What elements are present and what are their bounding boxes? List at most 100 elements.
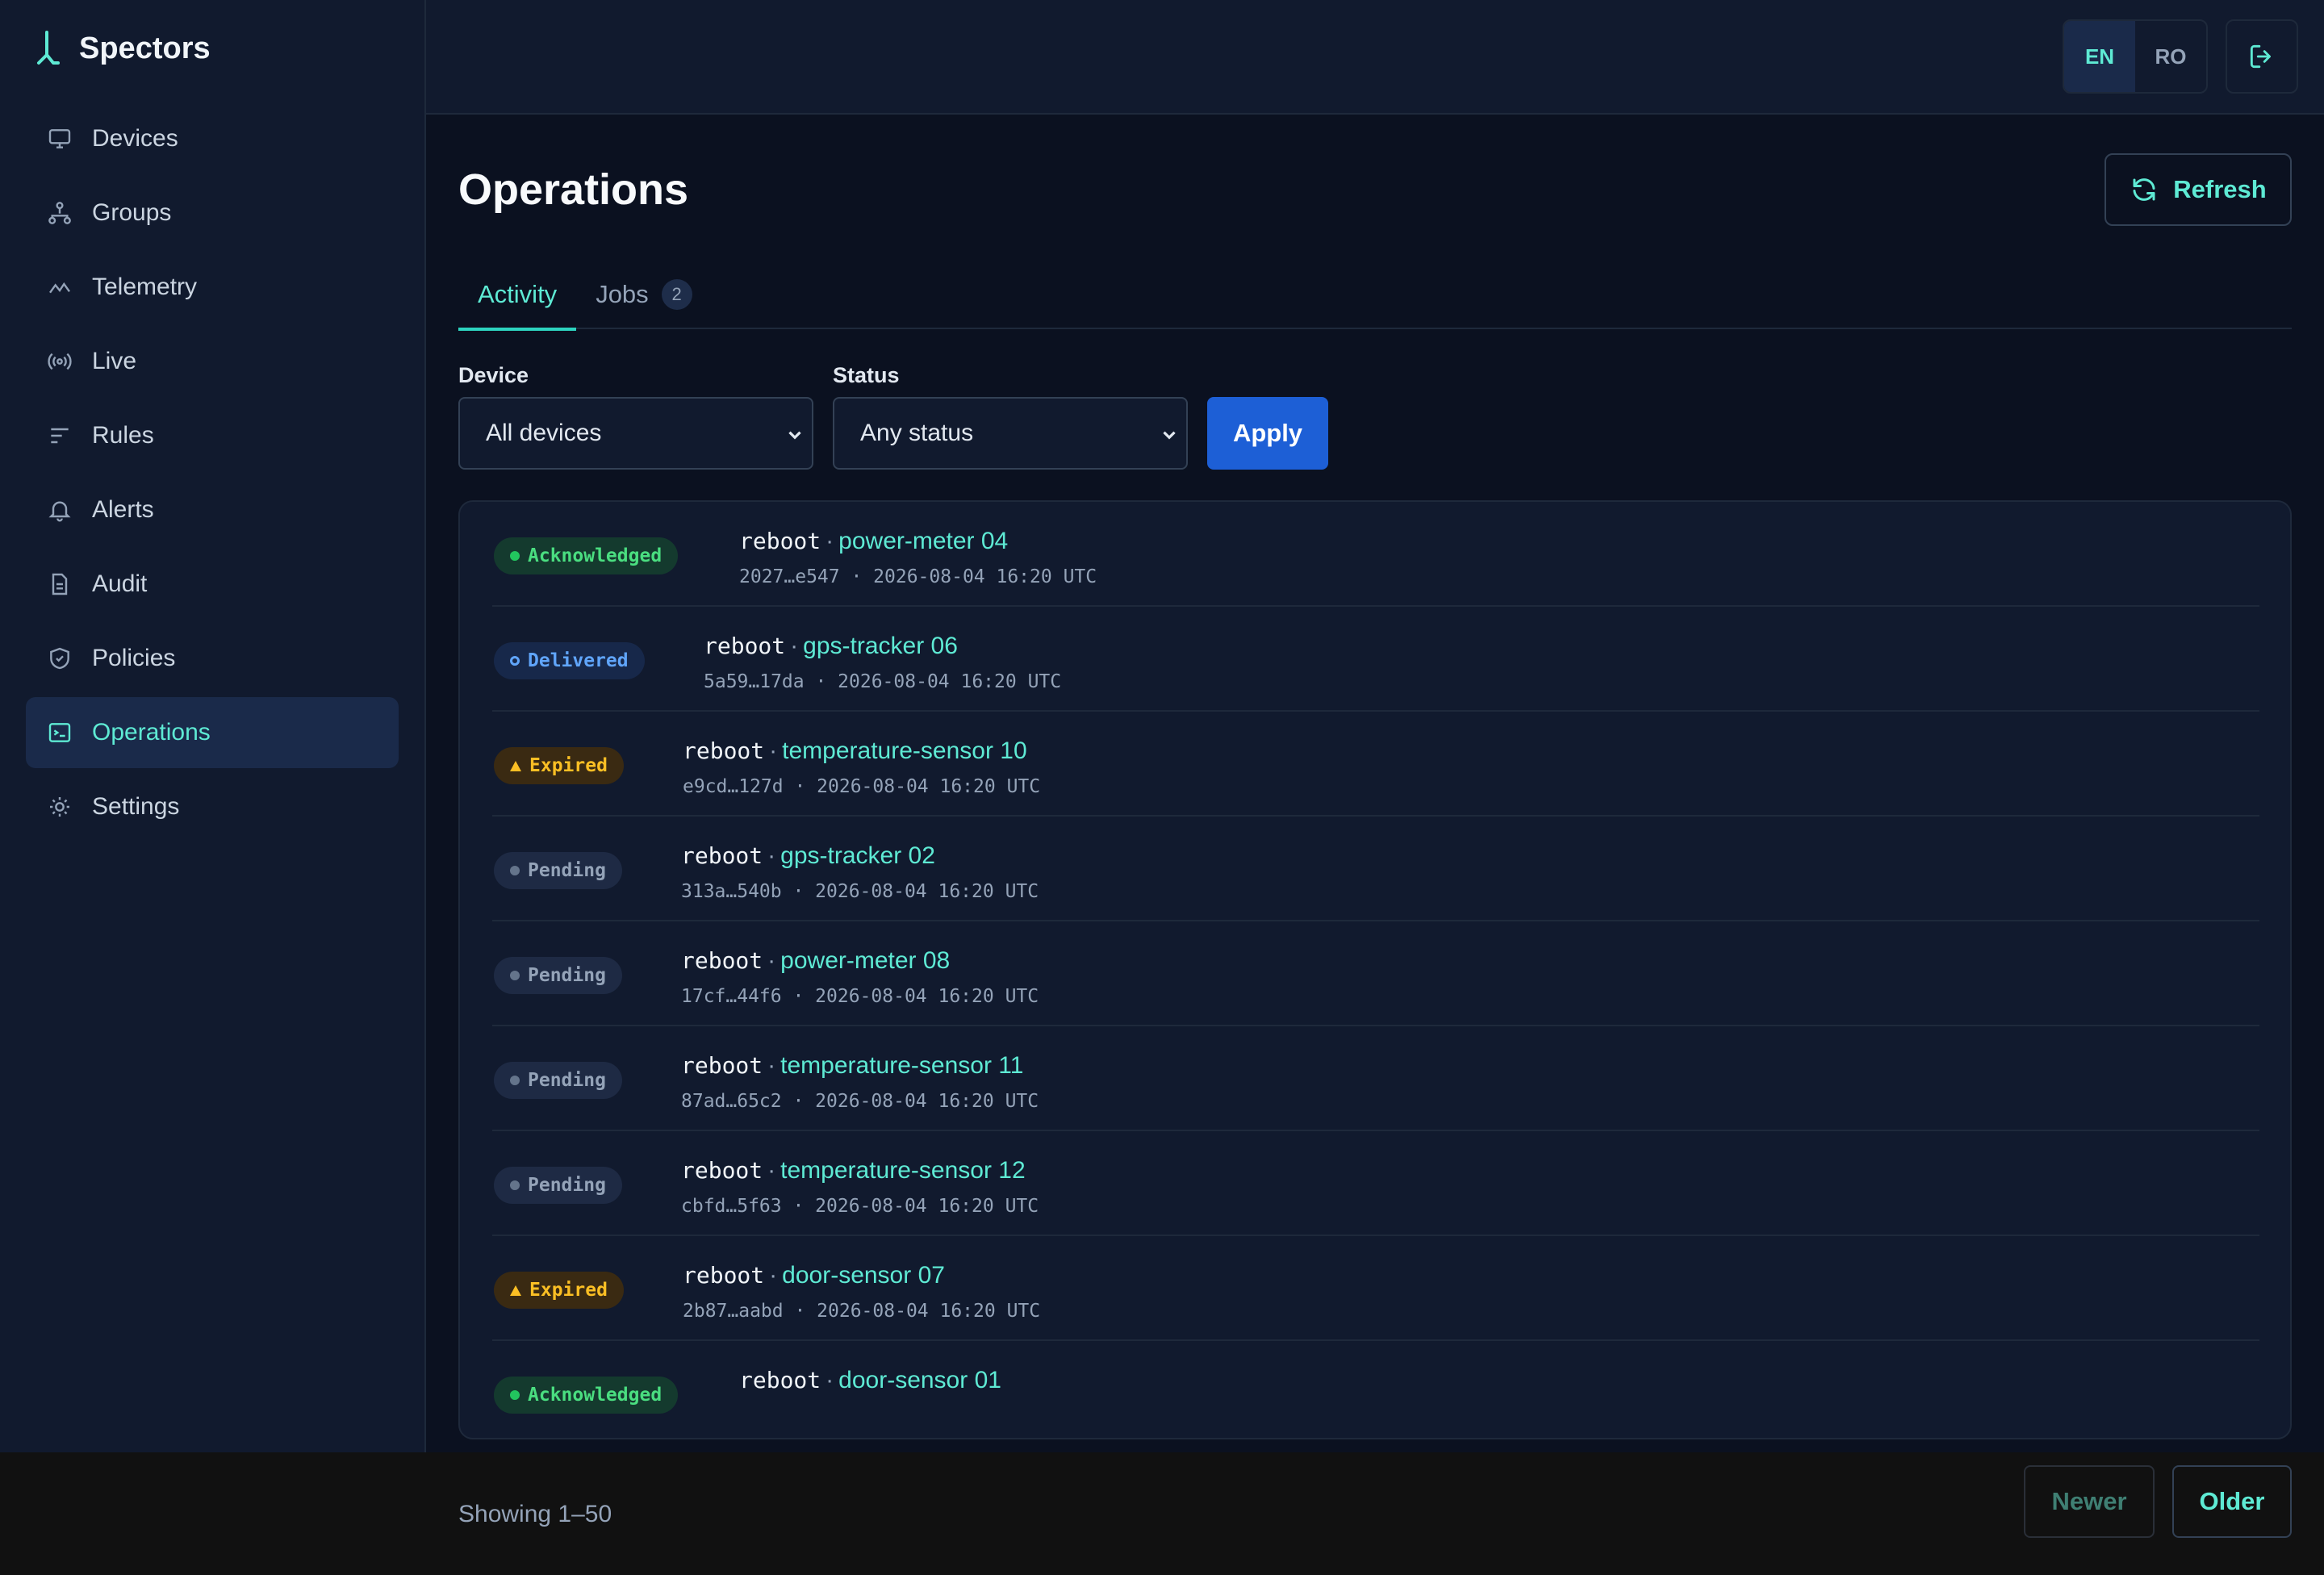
sidebar-item-audit[interactable]: Audit (26, 549, 399, 620)
device-select[interactable]: All devices (458, 397, 813, 470)
sidebar-item-label: Live (92, 348, 137, 374)
activity-row[interactable]: Pending reboot · temperature-sensor 11 87ad…… (492, 1026, 2259, 1131)
status-dot-icon (510, 1076, 520, 1085)
separator: · (767, 947, 776, 974)
timestamp: 2026-08-04 16:20 UTC (873, 566, 1097, 587)
separator: · (781, 1091, 816, 1112)
warning-icon (510, 760, 521, 771)
device-link[interactable]: gps-tracker 06 (803, 633, 958, 659)
operation-id: cbfd…5f63 (681, 1196, 782, 1217)
bell-icon (48, 501, 71, 522)
apply-button[interactable]: Apply (1207, 397, 1328, 470)
sidebar-item-groups[interactable]: Groups (26, 178, 399, 249)
separator: · (781, 1196, 816, 1217)
device-link[interactable]: power-meter 04 (838, 528, 1008, 554)
sidebar-item-label: Policies (92, 645, 176, 671)
status-dot-icon (510, 1390, 520, 1400)
topbar: EN RO (426, 0, 2324, 115)
activity-row[interactable]: Pending reboot · power-meter 08 17cf…44f6 · … (492, 921, 2259, 1026)
sidebar-item-settings[interactable]: Settings (26, 771, 399, 842)
command-name: reboot (739, 1367, 821, 1393)
activity-row[interactable]: Delivered reboot · gps-tracker 06 5a59…17da … (492, 607, 2259, 712)
device-link[interactable]: temperature-sensor 11 (780, 1052, 1023, 1079)
operation-id: 5a59…17da (704, 671, 805, 692)
activity-title: reboot · temperature-sensor 12 (681, 1157, 1026, 1184)
status-dot-icon (510, 866, 520, 875)
status-text: Expired (529, 1280, 608, 1301)
activity-title: reboot · door-sensor 07 (683, 1262, 945, 1289)
separator: · (826, 528, 834, 554)
app-name: Spectors (79, 31, 211, 65)
timestamp: 2026-08-04 16:20 UTC (815, 1091, 1039, 1112)
status-dot-icon (510, 551, 520, 561)
status-badge: Pending (494, 1167, 622, 1204)
status-badge: Delivered (494, 642, 645, 679)
logout-button[interactable] (2226, 19, 2298, 94)
status-text: Pending (528, 965, 606, 986)
sidebar-item-label: Alerts (92, 496, 154, 523)
filters: Device All devices Status Any status App… (458, 363, 1427, 476)
brand[interactable]: Spectors (32, 26, 211, 71)
tab-jobs[interactable]: Jobs 2 (576, 260, 711, 329)
sidebar-item-rules[interactable]: Rules (26, 400, 399, 471)
activity-row[interactable]: Acknowledged reboot · door-sensor 01 (492, 1341, 2259, 1438)
command-name: reboot (681, 1052, 763, 1079)
sidebar-item-label: Rules (92, 422, 154, 449)
device-link[interactable]: door-sensor 01 (838, 1367, 1001, 1393)
sidebar-item-telemetry[interactable]: Telemetry (26, 252, 399, 323)
tab-label: Activity (478, 280, 558, 308)
device-link[interactable]: gps-tracker 02 (780, 842, 935, 869)
timestamp: 2026-08-04 16:20 UTC (838, 671, 1062, 692)
separator: · (790, 633, 799, 659)
activity-row[interactable]: Expired reboot · door-sensor 07 2b87…aabd · … (492, 1236, 2259, 1341)
newer-button[interactable]: Newer (2024, 1465, 2155, 1538)
activity-row[interactable]: Pending reboot · temperature-sensor 12 cbfd…… (492, 1131, 2259, 1236)
refresh-button[interactable]: Refresh (2105, 153, 2292, 226)
device-link[interactable]: temperature-sensor 10 (782, 737, 1027, 764)
jobs-count-badge: 2 (661, 279, 692, 310)
activity-title: reboot · temperature-sensor 11 (681, 1052, 1023, 1080)
device-link[interactable]: power-meter 08 (780, 947, 950, 974)
sidebar-item-policies[interactable]: Policies (26, 623, 399, 694)
sidebar-item-label: Operations (92, 719, 211, 746)
tab-activity[interactable]: Activity (458, 260, 577, 331)
device-link[interactable]: door-sensor 07 (782, 1262, 945, 1289)
warning-icon (510, 1285, 521, 1296)
operation-id: 87ad…65c2 (681, 1091, 782, 1112)
status-badge: Pending (494, 957, 622, 994)
activity-row[interactable]: Expired reboot · temperature-sensor 10 e9cd…… (492, 712, 2259, 817)
chevron-down-icon (1163, 431, 1176, 440)
activity-row[interactable]: Pending reboot · gps-tracker 02 313a…540b · … (492, 817, 2259, 921)
sidebar: Spectors Devices Groups Telemetry Live R… (0, 0, 426, 1452)
filter-lines-icon (51, 428, 69, 444)
pagination-footer: Showing 1–50 Newer Older (0, 1452, 2324, 1575)
timestamp: 2026-08-04 16:20 UTC (815, 1196, 1039, 1217)
broadcast-icon (48, 353, 72, 370)
device-link[interactable]: temperature-sensor 12 (780, 1157, 1026, 1184)
terminal-icon (48, 723, 71, 742)
activity-meta: 313a…540b · 2026-08-04 16:20 UTC (681, 881, 1039, 902)
activity-title: reboot · door-sensor 01 (739, 1367, 1001, 1394)
separator: · (781, 986, 816, 1007)
lang-ro-button[interactable]: RO (2135, 21, 2206, 92)
status-badge: Pending (494, 852, 622, 889)
refresh-icon (2133, 178, 2155, 201)
activity-row[interactable]: Acknowledged reboot · power-meter 04 2027…e5… (492, 502, 2259, 607)
sidebar-item-alerts[interactable]: Alerts (26, 474, 399, 545)
sidebar-item-devices[interactable]: Devices (26, 103, 399, 174)
status-badge: Expired (494, 747, 624, 784)
sidebar-item-live[interactable]: Live (26, 326, 399, 397)
separator: · (783, 776, 817, 797)
status-select[interactable]: Any status (833, 397, 1188, 470)
status-badge: Acknowledged (494, 1377, 679, 1414)
older-button[interactable]: Older (2172, 1465, 2292, 1538)
command-name: reboot (681, 842, 763, 869)
lang-en-button[interactable]: EN (2064, 21, 2135, 92)
separator: · (826, 1367, 834, 1393)
sidebar-item-operations[interactable]: Operations (26, 697, 399, 768)
shield-check-icon (50, 647, 69, 670)
command-name: reboot (681, 947, 763, 974)
language-switcher: EN RO (2063, 19, 2208, 94)
hierarchy-icon (48, 202, 71, 224)
status-text: Delivered (528, 650, 629, 671)
